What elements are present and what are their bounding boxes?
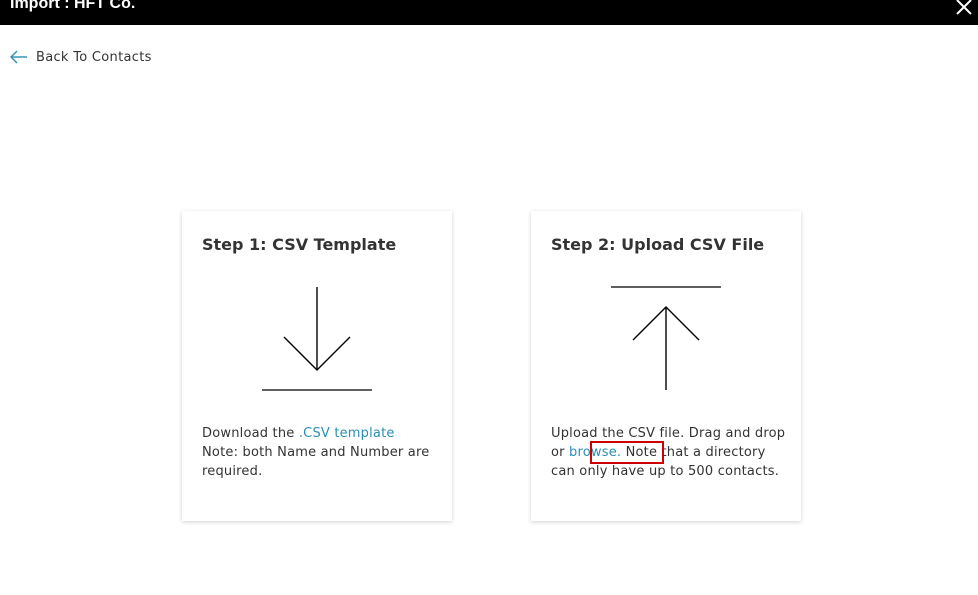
step1-text-before-link: Download the [202, 426, 299, 441]
step2-description: Upload the CSV file. Drag and drop or br… [551, 424, 786, 481]
step2-title: Step 2: Upload CSV File [551, 235, 765, 254]
back-to-contacts-link[interactable]: Back To Contacts [10, 47, 152, 67]
step1-title: Step 1: CSV Template [202, 235, 397, 254]
title-bar: Import : HFT Co. [0, 0, 978, 25]
browse-link[interactable]: browse. [569, 445, 621, 460]
step1-description: Download the .CSV template Note: both Na… [202, 424, 437, 481]
step1-note: Note: both Name and Number are required. [202, 445, 430, 479]
step1-card: Step 1: CSV Template Download the .CSV t… [182, 211, 452, 521]
close-button[interactable] [954, 0, 974, 17]
csv-template-link[interactable]: .CSV template [299, 426, 395, 441]
arrow-left-icon [10, 50, 27, 64]
back-link-label: Back To Contacts [36, 49, 152, 65]
upload-icon [611, 286, 721, 390]
close-icon [956, 0, 972, 15]
download-icon [262, 287, 372, 391]
step2-card: Step 2: Upload CSV File Upload the CSV f… [531, 211, 801, 521]
window-title: Import : HFT Co. [10, 0, 136, 12]
